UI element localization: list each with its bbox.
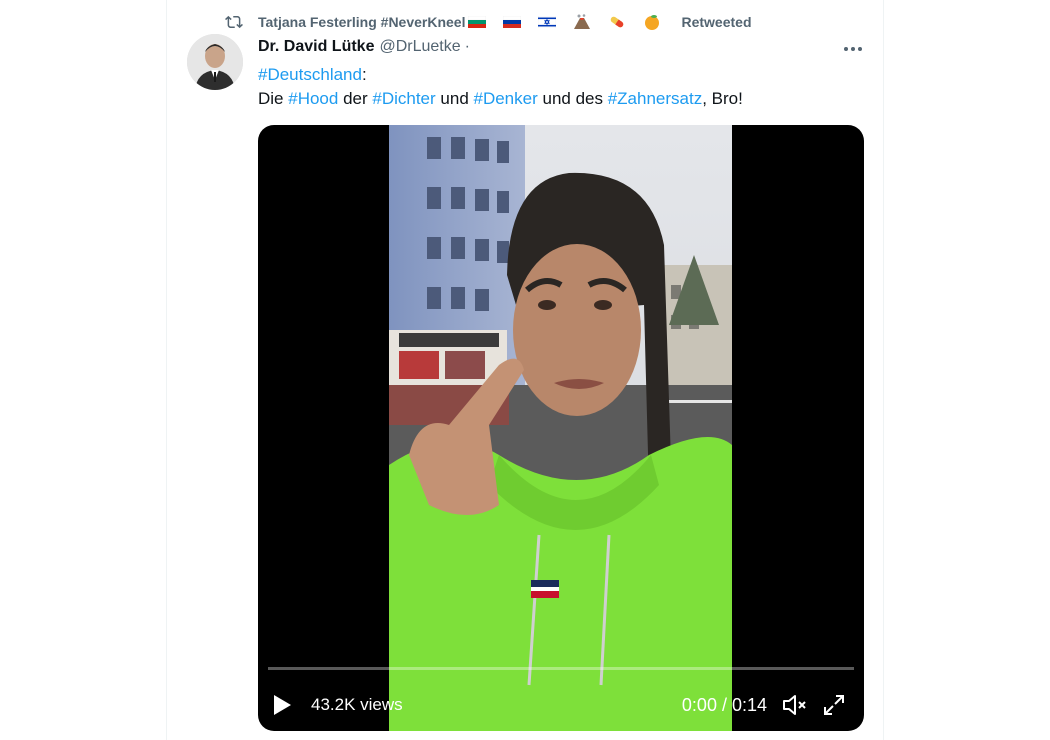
text-und: und xyxy=(435,89,474,108)
bulgaria-flag-icon xyxy=(468,16,487,28)
retweeted-label: Retweeted xyxy=(681,14,752,30)
pill-icon xyxy=(611,16,624,28)
hashtag-zahnersatz[interactable]: #Zahnersatz xyxy=(608,89,703,108)
more-options-button[interactable] xyxy=(840,36,866,58)
russia-flag-icon xyxy=(503,16,522,28)
volume-muted-icon xyxy=(783,695,806,715)
video-controls: 43.2K views 0:00 / 0:14 xyxy=(258,685,864,725)
video-thumbnail xyxy=(389,125,732,731)
video-player[interactable]: 43.2K views 0:00 / 0:14 xyxy=(258,125,864,731)
video-frame[interactable] xyxy=(389,125,732,731)
author-handle[interactable]: @DrLuetke xyxy=(379,38,460,56)
hashtag-denker[interactable]: #Denker xyxy=(474,89,538,108)
hashtag-deutschland[interactable]: #Deutschland xyxy=(258,65,362,84)
fullscreen-button[interactable] xyxy=(822,685,852,725)
orange-icon xyxy=(645,15,660,30)
text-die: Die xyxy=(258,89,289,108)
more-icon xyxy=(843,38,864,56)
text-bro: , Bro! xyxy=(702,89,743,108)
volcano-icon xyxy=(574,14,591,29)
retweeter-name[interactable]: Tatjana Festerling #NeverKneel xyxy=(258,14,465,30)
avatar-image xyxy=(187,34,243,90)
hashtag-dichter[interactable]: #Dichter xyxy=(372,89,435,108)
retweet-header[interactable]: Tatjana Festerling #NeverKneel Retweeted xyxy=(224,11,752,33)
mute-button[interactable] xyxy=(782,685,812,725)
tweet-author-row: Dr. David Lütke @DrLuetke · xyxy=(258,36,470,58)
view-count: 43.2K views xyxy=(311,695,403,714)
tweet-text-line-2: Die #Hood der #Dichter und #Denker und d… xyxy=(258,88,743,110)
text-colon: : xyxy=(361,65,367,84)
play-button[interactable] xyxy=(272,685,298,725)
video-progress-bar[interactable] xyxy=(268,667,854,670)
hashtag-hood[interactable]: #Hood xyxy=(288,89,338,108)
separator-dot: · xyxy=(464,38,470,55)
play-icon xyxy=(274,695,291,715)
author-name[interactable]: Dr. David Lütke xyxy=(258,38,374,56)
fullscreen-icon xyxy=(824,695,844,715)
retweet-icon xyxy=(225,15,243,29)
text-der: der xyxy=(338,89,373,108)
tweet-text-line-1: #Deutschland: xyxy=(258,64,367,86)
video-time: 0:00 / 0:14 xyxy=(681,694,767,715)
israel-flag-icon xyxy=(538,16,557,28)
avatar[interactable] xyxy=(187,34,243,90)
text-und-des: und des xyxy=(537,89,608,108)
